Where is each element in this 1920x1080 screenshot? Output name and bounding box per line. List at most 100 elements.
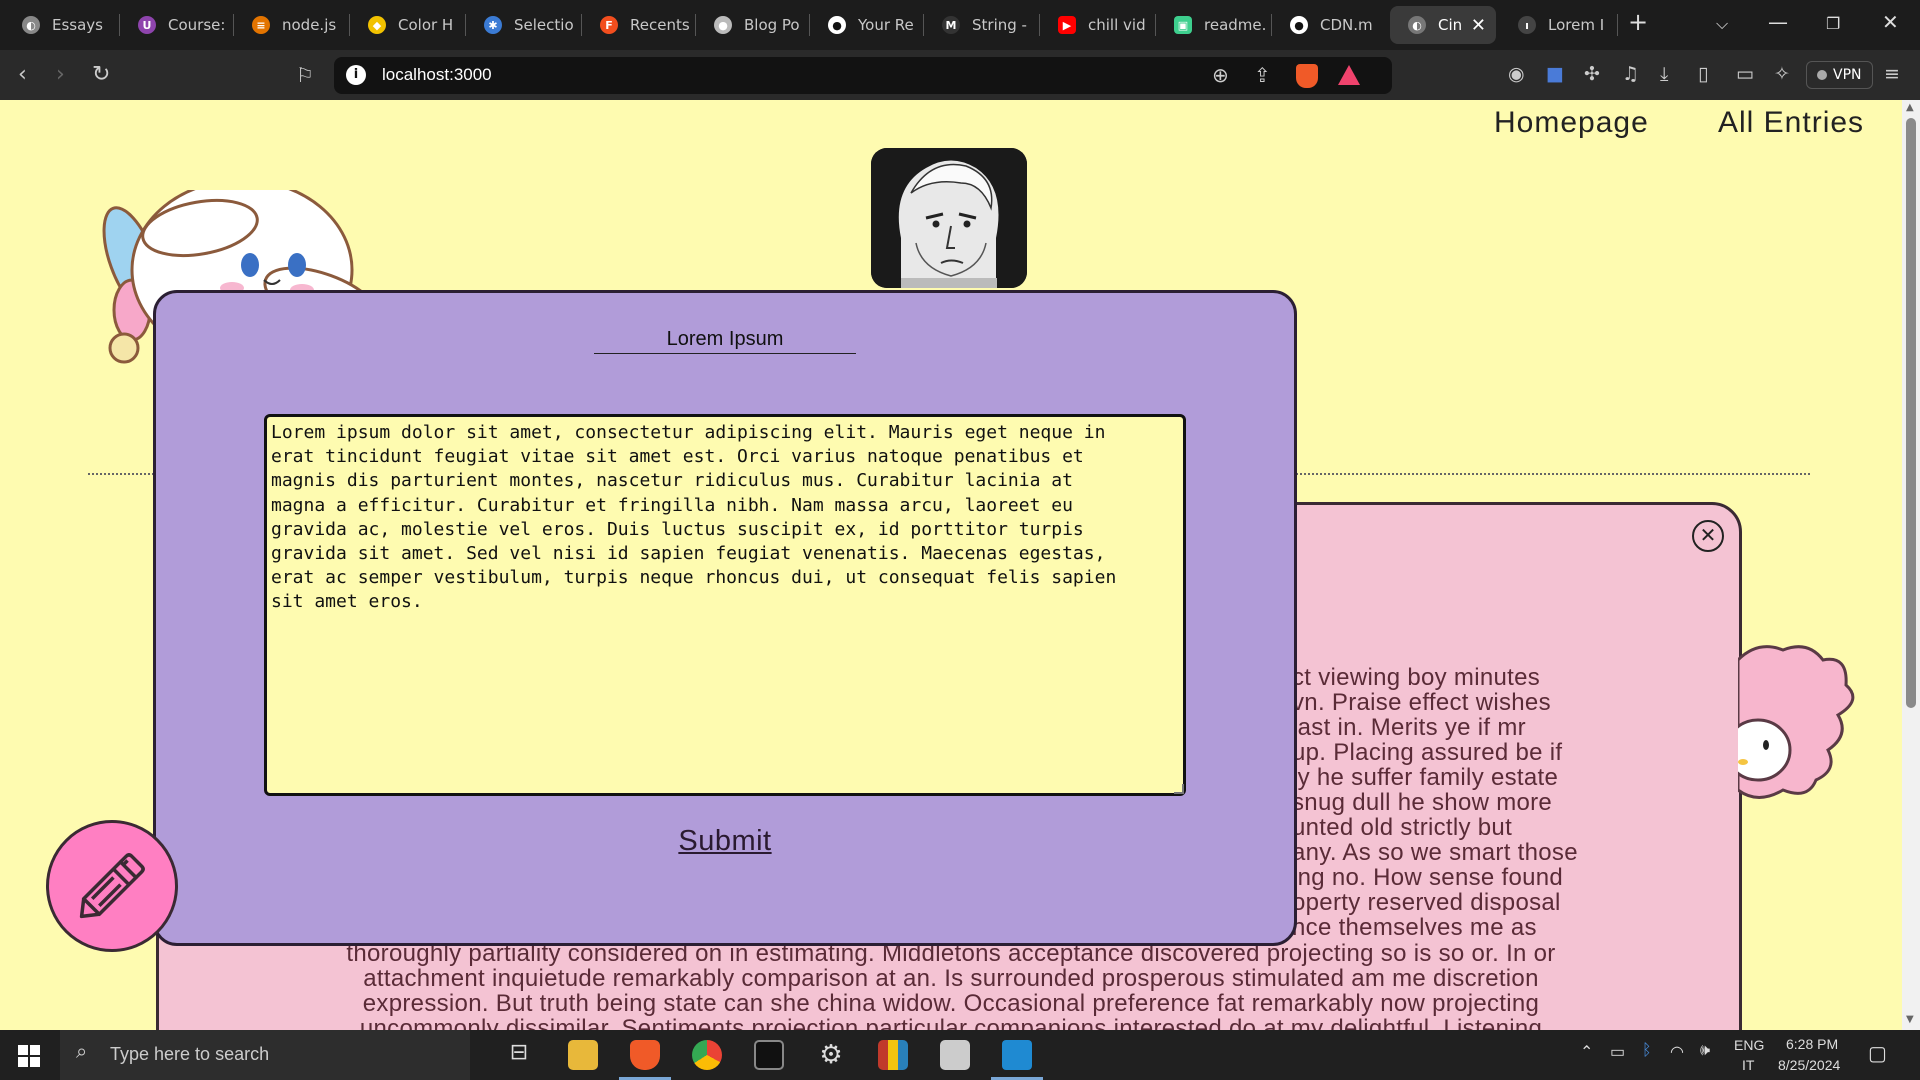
brave-shields-icon[interactable] xyxy=(1296,64,1318,88)
browser-tab[interactable]: ✱ Selectio xyxy=(466,6,582,44)
close-entry-button[interactable]: ✕ xyxy=(1692,520,1724,552)
wallet-icon[interactable]: ▭ xyxy=(1736,63,1754,85)
terminal-icon[interactable] xyxy=(754,1040,784,1070)
browser-tab[interactable]: F Recents xyxy=(582,6,696,44)
entry-title-input[interactable] xyxy=(594,326,856,354)
reload-icon[interactable]: ↻ xyxy=(92,62,110,87)
sidebar-icon[interactable]: ▯ xyxy=(1698,63,1708,85)
page-scrollbar[interactable]: ▲ ▼ xyxy=(1902,100,1920,1030)
windows-taskbar: ⌕ Type here to search ⊟ ⚙ ⌃ ▭ ᛒ ◠ 🕪 ENG … xyxy=(0,1030,1920,1080)
clock-time[interactable]: 6:28 PM xyxy=(1786,1036,1838,1052)
window-close-icon[interactable]: ✕ xyxy=(1882,10,1899,34)
tab-search-chevron-icon[interactable]: ⌵ xyxy=(1716,14,1728,34)
entry-text-line: last in. Merits ye if mr xyxy=(1292,714,1526,741)
music-icon[interactable]: ♫ xyxy=(1622,63,1639,85)
back-icon[interactable]: ‹ xyxy=(18,62,27,87)
browser-tab[interactable]: ◆ Color H xyxy=(350,6,466,44)
browser-tab-bar: ◐ Essays U Course: ≡ node.js ◆ Color H ✱ Sele… xyxy=(0,0,1920,50)
entry-text-line: ing no. How sense found xyxy=(1292,864,1564,891)
extension-shield-icon[interactable]: ■ xyxy=(1546,63,1564,85)
zoom-icon[interactable]: ⊕ xyxy=(1212,63,1229,87)
share-icon[interactable]: ⇪ xyxy=(1254,63,1271,87)
notification-icon[interactable]: ▢ xyxy=(1868,1041,1887,1066)
clock-date[interactable]: 8/25/2024 xyxy=(1778,1057,1840,1073)
tab-favicon-icon: ✱ xyxy=(484,16,502,34)
browser-tab[interactable]: ◐ Essays xyxy=(4,6,120,44)
minimize-icon[interactable]: — xyxy=(1768,10,1788,34)
vpn-button[interactable]: VPN xyxy=(1806,61,1873,89)
site-info-icon[interactable]: i xyxy=(346,65,366,85)
restore-icon[interactable]: ❐ xyxy=(1826,14,1840,33)
browser-tab[interactable]: U Course: xyxy=(120,6,234,44)
tab-favicon-icon: ≡ xyxy=(252,16,270,34)
leo-ai-icon[interactable]: ✧ xyxy=(1774,63,1790,85)
battery-icon[interactable]: ▭ xyxy=(1610,1042,1625,1062)
vscode-icon[interactable] xyxy=(1002,1040,1032,1070)
entry-body-line: gravida ac, molestie vel eros. Duis luct… xyxy=(271,518,1084,540)
browser-tab[interactable]: ≡ node.js xyxy=(234,6,350,44)
tab-favicon-icon: M xyxy=(942,16,960,34)
nav-homepage-link[interactable]: Homepage xyxy=(1494,106,1649,140)
page-viewport: Homepage All Entries ✕ ct viewing boy mi… xyxy=(0,100,1902,1030)
new-tab-icon[interactable]: + xyxy=(1628,8,1648,36)
volume-icon[interactable]: 🕪 xyxy=(1700,1042,1710,1060)
new-entry-fab-button[interactable] xyxy=(46,820,178,952)
brave-browser-icon[interactable] xyxy=(630,1040,660,1070)
submit-button[interactable]: Submit xyxy=(660,825,790,858)
pencil-icon xyxy=(79,853,145,919)
chrome-icon[interactable] xyxy=(692,1040,722,1070)
scroll-up-icon[interactable]: ▲ xyxy=(1906,102,1914,113)
avatar-portrait-image xyxy=(871,148,1027,288)
github-icon: ● xyxy=(828,16,846,34)
entry-text-line: any. As so we smart those xyxy=(1292,839,1578,866)
globe-icon: ◐ xyxy=(1408,16,1426,34)
nav-all-entries-link[interactable]: All Entries xyxy=(1718,106,1864,140)
windows-start-icon[interactable] xyxy=(18,1045,40,1067)
tray-chevron-icon[interactable]: ⌃ xyxy=(1580,1042,1593,1062)
bookmark-icon[interactable]: ⚐ xyxy=(296,63,314,87)
menu-icon[interactable]: ≡ xyxy=(1884,63,1900,85)
file-explorer-icon[interactable] xyxy=(568,1040,598,1070)
browser-tab[interactable]: ● CDN.m xyxy=(1272,6,1388,44)
brave-rewards-icon[interactable] xyxy=(1338,65,1360,85)
winrar-icon[interactable] xyxy=(878,1040,908,1070)
keyboard-layout[interactable]: IT xyxy=(1742,1057,1754,1073)
language-indicator[interactable]: ENG xyxy=(1734,1037,1764,1053)
entry-body-textarea[interactable]: Lorem ipsum dolor sit amet, consectetur … xyxy=(264,414,1186,796)
browser-tab[interactable]: ● Blog Po xyxy=(696,6,810,44)
vpn-status-icon xyxy=(1817,70,1827,80)
bluetooth-icon[interactable]: ᛒ xyxy=(1642,1042,1652,1060)
entry-text-line: up. Placing assured be if xyxy=(1292,739,1563,766)
entry-body-line: sit amet eros. xyxy=(271,591,423,613)
scrollbar-thumb[interactable] xyxy=(1906,118,1916,708)
task-view-icon[interactable]: ⊟ xyxy=(504,1040,534,1070)
app-avatar-icon[interactable] xyxy=(940,1040,970,1070)
browser-tab[interactable]: M String - xyxy=(924,6,1040,44)
github-icon: ● xyxy=(1290,16,1308,34)
entry-text-line: unted old strictly but xyxy=(1292,814,1513,841)
youtube-icon: ▶ xyxy=(1058,16,1076,34)
search-placeholder: Type here to search xyxy=(110,1044,270,1064)
taskbar-search-box[interactable]: ⌕ Type here to search xyxy=(60,1030,470,1080)
browser-tab[interactable]: ● Your Re xyxy=(810,6,924,44)
entry-text-line: attachment inquietude remarkably compari… xyxy=(363,965,1539,992)
forward-icon[interactable]: › xyxy=(56,62,65,87)
browser-tab[interactable]: ▶ chill vid xyxy=(1040,6,1156,44)
browser-tab-active[interactable]: ◐ Cin ✕ xyxy=(1390,6,1496,44)
grammarly-icon[interactable]: ◉ xyxy=(1508,63,1525,85)
entry-text-line: expression. But truth being state can sh… xyxy=(362,990,1540,1017)
browser-tab[interactable]: ı Lorem I xyxy=(1500,6,1618,44)
entry-text-line: snug dull he show more xyxy=(1292,789,1553,816)
browser-tab[interactable]: ▣ readme. xyxy=(1156,6,1272,44)
settings-gear-icon[interactable]: ⚙ xyxy=(816,1040,846,1070)
download-icon[interactable]: ⤓ xyxy=(1660,63,1668,85)
scroll-down-icon[interactable]: ▼ xyxy=(1906,1014,1914,1025)
address-bar[interactable]: i localhost:3000 ⊕ ⇪ xyxy=(334,57,1392,94)
url-text[interactable]: localhost:3000 xyxy=(382,65,492,85)
entry-text-line: nce themselves me as xyxy=(1292,914,1537,941)
textarea-resize-handle[interactable] xyxy=(1174,784,1184,794)
close-tab-icon[interactable]: ✕ xyxy=(1471,15,1486,36)
extensions-puzzle-icon[interactable]: ✣ xyxy=(1584,63,1600,85)
wifi-icon[interactable]: ◠ xyxy=(1670,1042,1684,1062)
tab-favicon-icon: ● xyxy=(714,16,732,34)
